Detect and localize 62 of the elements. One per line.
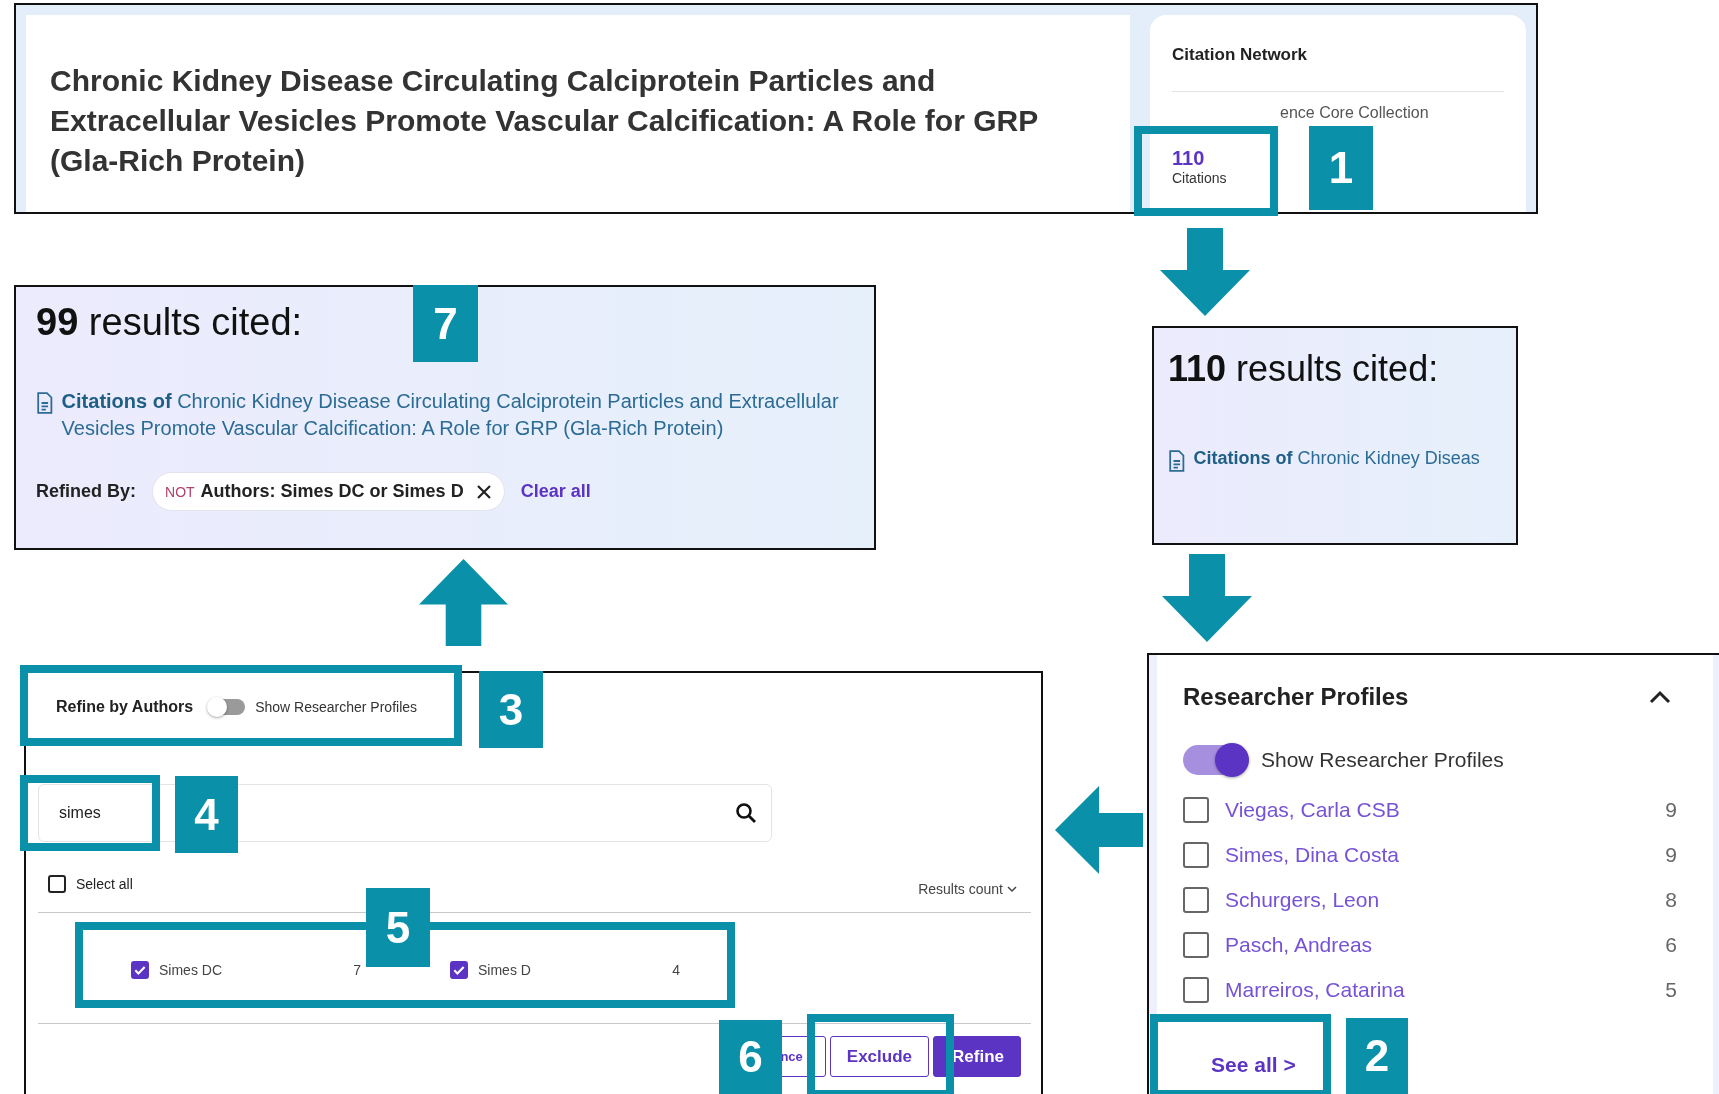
- citation-count-link[interactable]: 110: [1172, 146, 1205, 170]
- article-title: Chronic Kidney Disease Circulating Calciprotein Particles and Extracellular Vesicles Promote Vascular Calcification: A Role for GRP (Gla-Rich Protein): [50, 63, 1039, 179]
- source-label: ence Core Collection: [1280, 104, 1430, 122]
- select-all-label: Select all: [76, 876, 133, 892]
- citation-count-label: Citations: [1172, 170, 1227, 186]
- filter-text: Authors: Simes DC or Simes D: [200, 481, 464, 502]
- results-heading: 110 results cited:: [1168, 348, 1439, 390]
- refine-heading: Refine by Authors: [56, 698, 194, 716]
- checkbox[interactable]: [131, 961, 149, 979]
- checkbox[interactable]: [1183, 887, 1209, 913]
- checkbox[interactable]: [48, 875, 66, 893]
- result-count: 5: [1665, 978, 1677, 1002]
- outline-button[interactable]: Exclude: [829, 1036, 930, 1077]
- up-arrow-icon: [419, 558, 508, 647]
- result-count: 9: [1665, 798, 1677, 822]
- refined-by-label: Refined By:: [36, 481, 136, 502]
- step-badge: 5: [366, 888, 430, 967]
- toggle-switch[interactable]: [209, 699, 246, 715]
- result-count: 4: [672, 962, 680, 978]
- card-heading: Citation Network: [1172, 45, 1309, 65]
- panel-heading: Researcher Profiles: [1183, 683, 1409, 711]
- result-count: 7: [353, 962, 361, 978]
- checkbox[interactable]: [1183, 977, 1209, 1003]
- toggle-label: Show Researcher Profiles: [255, 699, 418, 715]
- step-badge: 3: [479, 671, 543, 748]
- researcher-name-link[interactable]: Viegas, Carla CSB: [1225, 798, 1650, 822]
- researcher-name-link[interactable]: Pasch, Andreas: [1225, 933, 1650, 957]
- results-heading: 99 results cited:: [36, 301, 303, 344]
- checkbox[interactable]: [1183, 932, 1209, 958]
- result-count: 6: [1665, 933, 1677, 957]
- down-arrow-icon: [1162, 554, 1252, 642]
- close-icon[interactable]: [475, 483, 492, 500]
- result-count: 9: [1665, 843, 1677, 867]
- checkbox[interactable]: [1183, 842, 1209, 868]
- toggle-label: Show Researcher Profiles: [1261, 748, 1504, 772]
- search-icon[interactable]: [735, 802, 757, 824]
- document-icon: [1168, 450, 1186, 472]
- document-icon: [36, 392, 54, 414]
- author-name: Simes DC: [159, 962, 223, 978]
- step-badge: 2: [1346, 1018, 1408, 1094]
- researcher-name-link[interactable]: Schurgers, Leon: [1225, 888, 1650, 912]
- checkbox[interactable]: [1183, 797, 1209, 823]
- toggle-switch[interactable]: [1183, 745, 1247, 775]
- citations-link[interactable]: Citations of Chronic Kidney Diseas: [1193, 446, 1480, 471]
- left-arrow-icon: [1055, 786, 1143, 874]
- step-badge: 7: [413, 285, 478, 362]
- result-count: 8: [1665, 888, 1677, 912]
- clear-all-link[interactable]: Clear all: [520, 481, 591, 502]
- researcher-name-link[interactable]: Simes, Dina Costa: [1225, 843, 1650, 867]
- operator-label: NOT: [165, 483, 195, 500]
- chevron-up-icon[interactable]: [1649, 690, 1671, 704]
- step-badge: 4: [175, 776, 238, 853]
- chevron-down-icon: [1007, 885, 1017, 893]
- researcher-name-link[interactable]: Marreiros, Catarina: [1225, 978, 1650, 1002]
- step-badge: 1: [1309, 126, 1373, 210]
- checkbox[interactable]: [450, 961, 468, 979]
- refine-button[interactable]: Refine: [933, 1036, 1021, 1077]
- citations-link[interactable]: Citations of Chronic Kidney Disease Circulating Calciprotein Particles and Extracellular Vesicles Promote Vascular Calcification: A Role for GRP (Gla-Rich Protein): [61, 388, 844, 442]
- sort-dropdown[interactable]: Results count: [918, 881, 1017, 897]
- down-arrow-icon: [1160, 228, 1250, 316]
- author-name: Simes D: [478, 962, 532, 978]
- step-badge: 6: [719, 1020, 782, 1094]
